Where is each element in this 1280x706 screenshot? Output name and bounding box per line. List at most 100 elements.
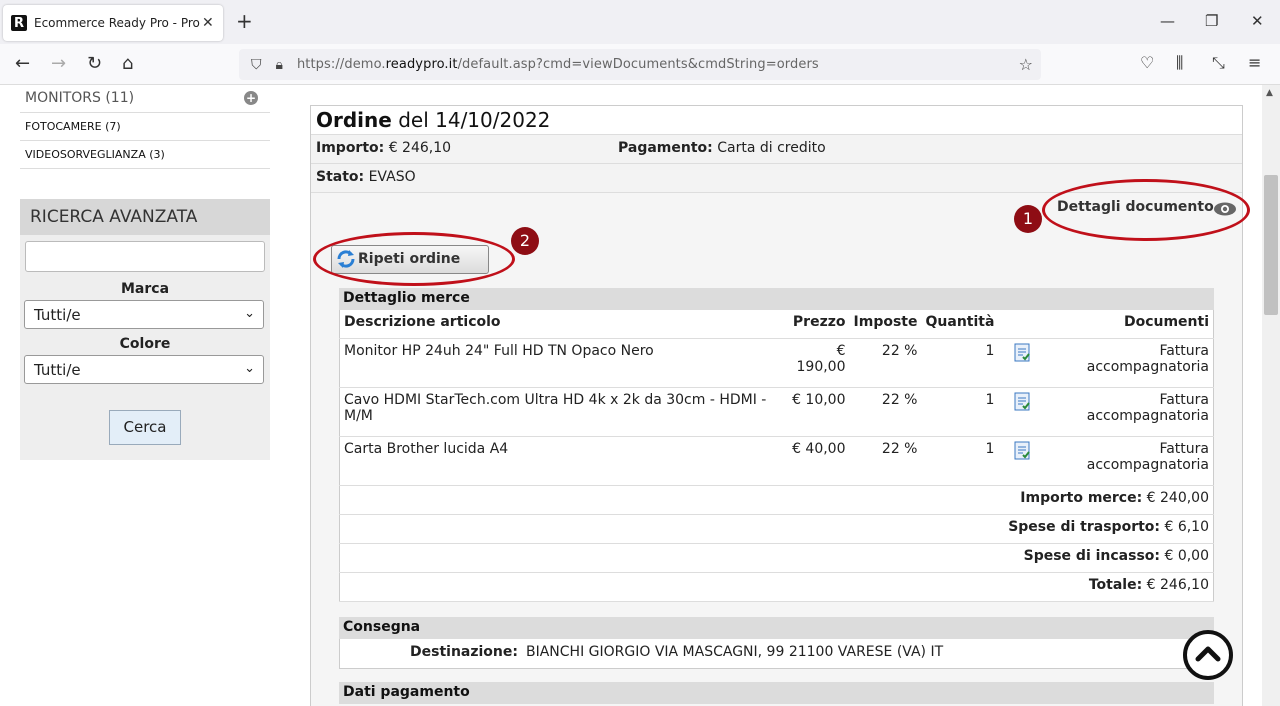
item-description: Monitor HP 24uh 24" Full HD TN Opaco Ner…	[339, 338, 780, 388]
minimize-icon[interactable]: —	[1160, 12, 1175, 30]
collection-fee-label: Spese di incasso:	[1023, 547, 1161, 564]
document-icon[interactable]	[1012, 441, 1032, 461]
reload-icon[interactable]: ↻	[87, 53, 102, 75]
item-description: Carta Brother lucida A4	[339, 436, 780, 486]
scroll-up-icon[interactable]: ▲	[1266, 88, 1273, 98]
order-panel: Ordine del 14/10/2022 Importo: € 246,10 …	[310, 105, 1250, 706]
item-tax: 22 %	[849, 338, 922, 388]
goods-section: Dettaglio merce Descrizione articolo Pre…	[339, 288, 1214, 602]
window-close-icon[interactable]: ✕	[1251, 12, 1264, 30]
color-select[interactable]: Tutti/e ⌄	[24, 355, 264, 384]
item-tax: 22 %	[849, 387, 922, 437]
amount-label: Importo:	[316, 140, 385, 156]
order-summary-row: Importo: € 246,10 Pagamento: Carta di cr…	[311, 135, 1242, 164]
bookmark-star-icon[interactable]: ☆	[1019, 55, 1033, 74]
item-price: € 190,00	[779, 338, 850, 388]
browser-tab[interactable]: R Ecommerce Ready Pro - Prodotti ✕	[3, 5, 223, 41]
category-monitors[interactable]: MONITORS (11) +	[20, 87, 270, 113]
item-document-link[interactable]: Fattura accompagnatoria	[1038, 387, 1214, 437]
extensions-icon[interactable]: ⤡	[1212, 53, 1225, 73]
back-icon[interactable]: ←	[15, 53, 30, 75]
category-label: FOTOCAMERE (7)	[25, 120, 121, 133]
annotation-ellipse-1	[1042, 179, 1250, 241]
lock-icon[interactable]: 🔒︎	[276, 57, 283, 73]
url-text[interactable]: https://demo.readypro.it/default.asp?cmd…	[297, 57, 819, 72]
browser-tab-bar: R Ecommerce Ready Pro - Prodotti ✕ + — ❐…	[0, 0, 1280, 44]
item-qty: 1	[921, 338, 999, 388]
advanced-search-panel: RICERCA AVANZATA Marca Tutti/e ⌄ Colore …	[20, 199, 270, 460]
payment-section: Dati pagamento	[339, 682, 1214, 704]
col-doc-icon	[998, 310, 1039, 339]
brand-select[interactable]: Tutti/e ⌄	[24, 300, 264, 329]
library-icon[interactable]: ⫼	[1176, 53, 1183, 73]
item-description: Cavo HDMI StarTech.com Ultra HD 4k x 2k …	[339, 387, 780, 437]
shield-icon[interactable]: ⛉	[251, 57, 262, 73]
plus-circle-icon[interactable]: +	[244, 91, 258, 105]
forward-icon[interactable]: →	[51, 53, 66, 75]
item-price: € 10,00	[779, 387, 850, 437]
table-header-row: Descrizione articolo Prezzo Imposte Quan…	[339, 310, 1214, 339]
goods-amount-value: € 240,00	[1142, 489, 1209, 506]
url-bar[interactable]: ⛉ 🔒︎ https://demo.readypro.it/default.as…	[239, 49, 1041, 80]
browser-nav-bar: ← → ↻ ⌂ ⛉ 🔒︎ https://demo.readypro.it/de…	[0, 44, 1280, 85]
destination-value: BIANCHI GIORGIO VIA MASCAGNI, 99 21100 V…	[525, 644, 944, 660]
item-document-link[interactable]: Fattura accompagnatoria	[1038, 436, 1214, 486]
tab-title: Ecommerce Ready Pro - Prodotti	[34, 16, 200, 30]
goods-amount-label: Importo merce:	[1020, 489, 1143, 506]
collection-fee-value: € 0,00	[1160, 547, 1209, 564]
restore-icon[interactable]: ❐	[1205, 12, 1218, 30]
category-label: VIDEOSORVEGLIANZA (3)	[25, 148, 165, 161]
delivery-row: Destinazione: BIANCHI GIORGIO VIA MASCAGN…	[339, 639, 1214, 669]
home-icon[interactable]: ⌂	[122, 53, 133, 75]
chevron-down-icon: ⌄	[244, 306, 255, 321]
goods-table: Descrizione articolo Prezzo Imposte Quan…	[339, 310, 1214, 602]
destination-label: Destinazione:	[410, 644, 518, 660]
total-row: Spese di trasporto: € 6,10	[339, 514, 1214, 544]
search-button[interactable]: Cerca	[109, 410, 181, 445]
category-fotocamere[interactable]: FOTOCAMERE (7)	[20, 113, 270, 141]
document-icon[interactable]	[1012, 392, 1032, 412]
scroll-thumb[interactable]	[1264, 175, 1278, 315]
total-row: Spese di incasso: € 0,00	[339, 543, 1214, 573]
color-select-value: Tutti/e	[34, 361, 81, 379]
col-description: Descrizione articolo	[339, 310, 780, 339]
item-qty: 1	[921, 387, 999, 437]
pocket-icon[interactable]: ♡	[1140, 53, 1154, 72]
annotation-ellipse-2	[313, 232, 515, 286]
page-scrollbar[interactable]: ▲	[1262, 85, 1280, 706]
brand-label: Marca	[120, 281, 170, 297]
amount-value: € 246,10	[384, 140, 452, 156]
grand-total-value: € 246,10	[1142, 576, 1209, 593]
category-label: MONITORS (11)	[25, 90, 135, 106]
status-value: EVASO	[364, 169, 416, 185]
category-videosorveglianza[interactable]: VIDEOSORVEGLIANZA (3)	[20, 141, 270, 169]
search-input[interactable]	[25, 241, 265, 272]
document-icon[interactable]	[1012, 343, 1032, 363]
site-favicon-icon: R	[11, 15, 27, 31]
chevron-up-icon	[1195, 646, 1221, 662]
brand-select-value: Tutti/e	[34, 306, 81, 324]
tab-close-icon[interactable]: ✕	[202, 15, 214, 31]
status-label: Stato:	[316, 169, 365, 185]
item-qty: 1	[921, 436, 999, 486]
item-tax: 22 %	[849, 436, 922, 486]
back-to-top-button[interactable]	[1183, 630, 1233, 680]
table-row: Cavo HDMI StarTech.com Ultra HD 4k x 2k …	[339, 387, 1214, 437]
col-qty: Quantità	[921, 310, 999, 339]
new-tab-icon[interactable]: +	[236, 10, 253, 32]
table-row: Carta Brother lucida A4 € 40,00 22 % 1 F…	[339, 436, 1214, 486]
grand-total-label: Totale:	[1088, 576, 1143, 593]
item-document-link[interactable]: Fattura accompagnatoria	[1038, 338, 1214, 388]
menu-icon[interactable]: ≡	[1248, 53, 1261, 72]
shipping-value: € 6,10	[1160, 518, 1209, 535]
color-label: Colore	[119, 336, 171, 352]
table-row: Monitor HP 24uh 24" Full HD TN Opaco Ner…	[339, 338, 1214, 388]
annotation-badge-2: 2	[511, 227, 539, 255]
order-title: Ordine del 14/10/2022	[311, 106, 1242, 135]
total-row: Totale: € 246,10	[339, 572, 1214, 602]
col-price: Prezzo	[779, 310, 850, 339]
col-tax: Imposte	[849, 310, 922, 339]
payment-section-title: Dati pagamento	[339, 682, 1214, 704]
annotation-badge-1: 1	[1014, 205, 1042, 233]
advanced-search-title: RICERCA AVANZATA	[20, 199, 270, 235]
